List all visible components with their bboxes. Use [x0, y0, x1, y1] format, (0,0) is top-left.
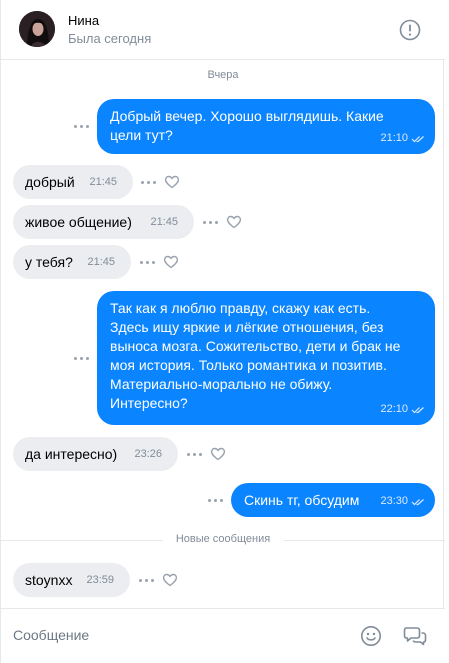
message-actions-icon[interactable]: [74, 122, 90, 130]
incoming-message[interactable]: живое общение) 21:45: [13, 205, 194, 239]
message-meta: 23:30: [380, 492, 425, 511]
outgoing-message[interactable]: Добрый вечер. Хорошо выглядишь. Какие це…: [97, 99, 435, 154]
message-text: у тебя?: [25, 254, 73, 270]
message-time: 23:26: [134, 448, 162, 460]
message-actions-icon[interactable]: [208, 496, 224, 504]
incoming-message[interactable]: да интересно) 23:26: [13, 437, 178, 471]
message-actions-icon[interactable]: [141, 178, 157, 186]
heart-icon[interactable]: [162, 572, 178, 588]
chats-icon[interactable]: [403, 625, 427, 647]
message-actions-icon[interactable]: [203, 218, 219, 226]
incoming-message[interactable]: добрый 21:45: [13, 165, 133, 199]
contact-name[interactable]: Нина: [68, 13, 99, 28]
avatar-image: [19, 11, 55, 47]
message-meta: 22:10: [380, 400, 425, 419]
message-text: Так как я люблю правду, скажу как есть. …: [110, 300, 401, 411]
separator-line: [284, 540, 445, 541]
message-time: 21:45: [89, 176, 117, 188]
message-actions-icon[interactable]: [74, 354, 90, 362]
message-meta: 21:10: [380, 129, 425, 148]
info-icon[interactable]: [399, 19, 421, 41]
message-text: stoynxx: [25, 572, 73, 588]
heart-icon[interactable]: [210, 446, 226, 462]
chat-panel: Нина Была сегодня Вчера Добрый вечер. Хо…: [0, 0, 445, 663]
message-time: 22:10: [380, 403, 408, 415]
message-history[interactable]: Вчера Добрый вечер. Хорошо выглядишь. Ка…: [1, 61, 445, 608]
new-messages-separator: Новые сообщения: [1, 533, 445, 547]
double-check-icon: [411, 135, 424, 142]
heart-icon[interactable]: [163, 254, 179, 270]
message-actions-icon[interactable]: [187, 450, 203, 458]
messenger-window: Нина Была сегодня Вчера Добрый вечер. Хо…: [0, 0, 449, 663]
message-actions-icon[interactable]: [140, 258, 156, 266]
chat-header: Нина Была сегодня: [1, 0, 445, 60]
heart-icon[interactable]: [164, 174, 180, 190]
message-time: 23:59: [86, 574, 114, 586]
message-text: Добрый вечер. Хорошо выглядишь. Какие це…: [110, 108, 384, 143]
message-actions-icon[interactable]: [139, 576, 155, 584]
message-input[interactable]: Сообщение: [13, 627, 89, 643]
heart-icon[interactable]: [226, 214, 242, 230]
message-time: 21:10: [380, 132, 408, 144]
date-separator: Вчера: [207, 69, 239, 81]
incoming-message[interactable]: stoynxx 23:59: [13, 563, 130, 597]
outgoing-message[interactable]: Скинь тг, обсудим 23:30: [231, 483, 435, 517]
double-check-icon: [411, 406, 424, 413]
message-time: 23:30: [380, 495, 408, 507]
message-time: 21:45: [150, 216, 178, 228]
contact-status: Была сегодня: [68, 31, 152, 46]
smile-icon[interactable]: [360, 625, 382, 647]
avatar[interactable]: [19, 11, 55, 47]
double-check-icon: [411, 498, 424, 505]
message-composer: Сообщение: [1, 608, 445, 663]
new-messages-label: Новые сообщения: [175, 533, 271, 545]
message-time: 21:45: [87, 256, 115, 268]
incoming-message[interactable]: у тебя? 21:45: [13, 245, 131, 279]
outgoing-message[interactable]: Так как я люблю правду, скажу как есть. …: [97, 291, 435, 425]
